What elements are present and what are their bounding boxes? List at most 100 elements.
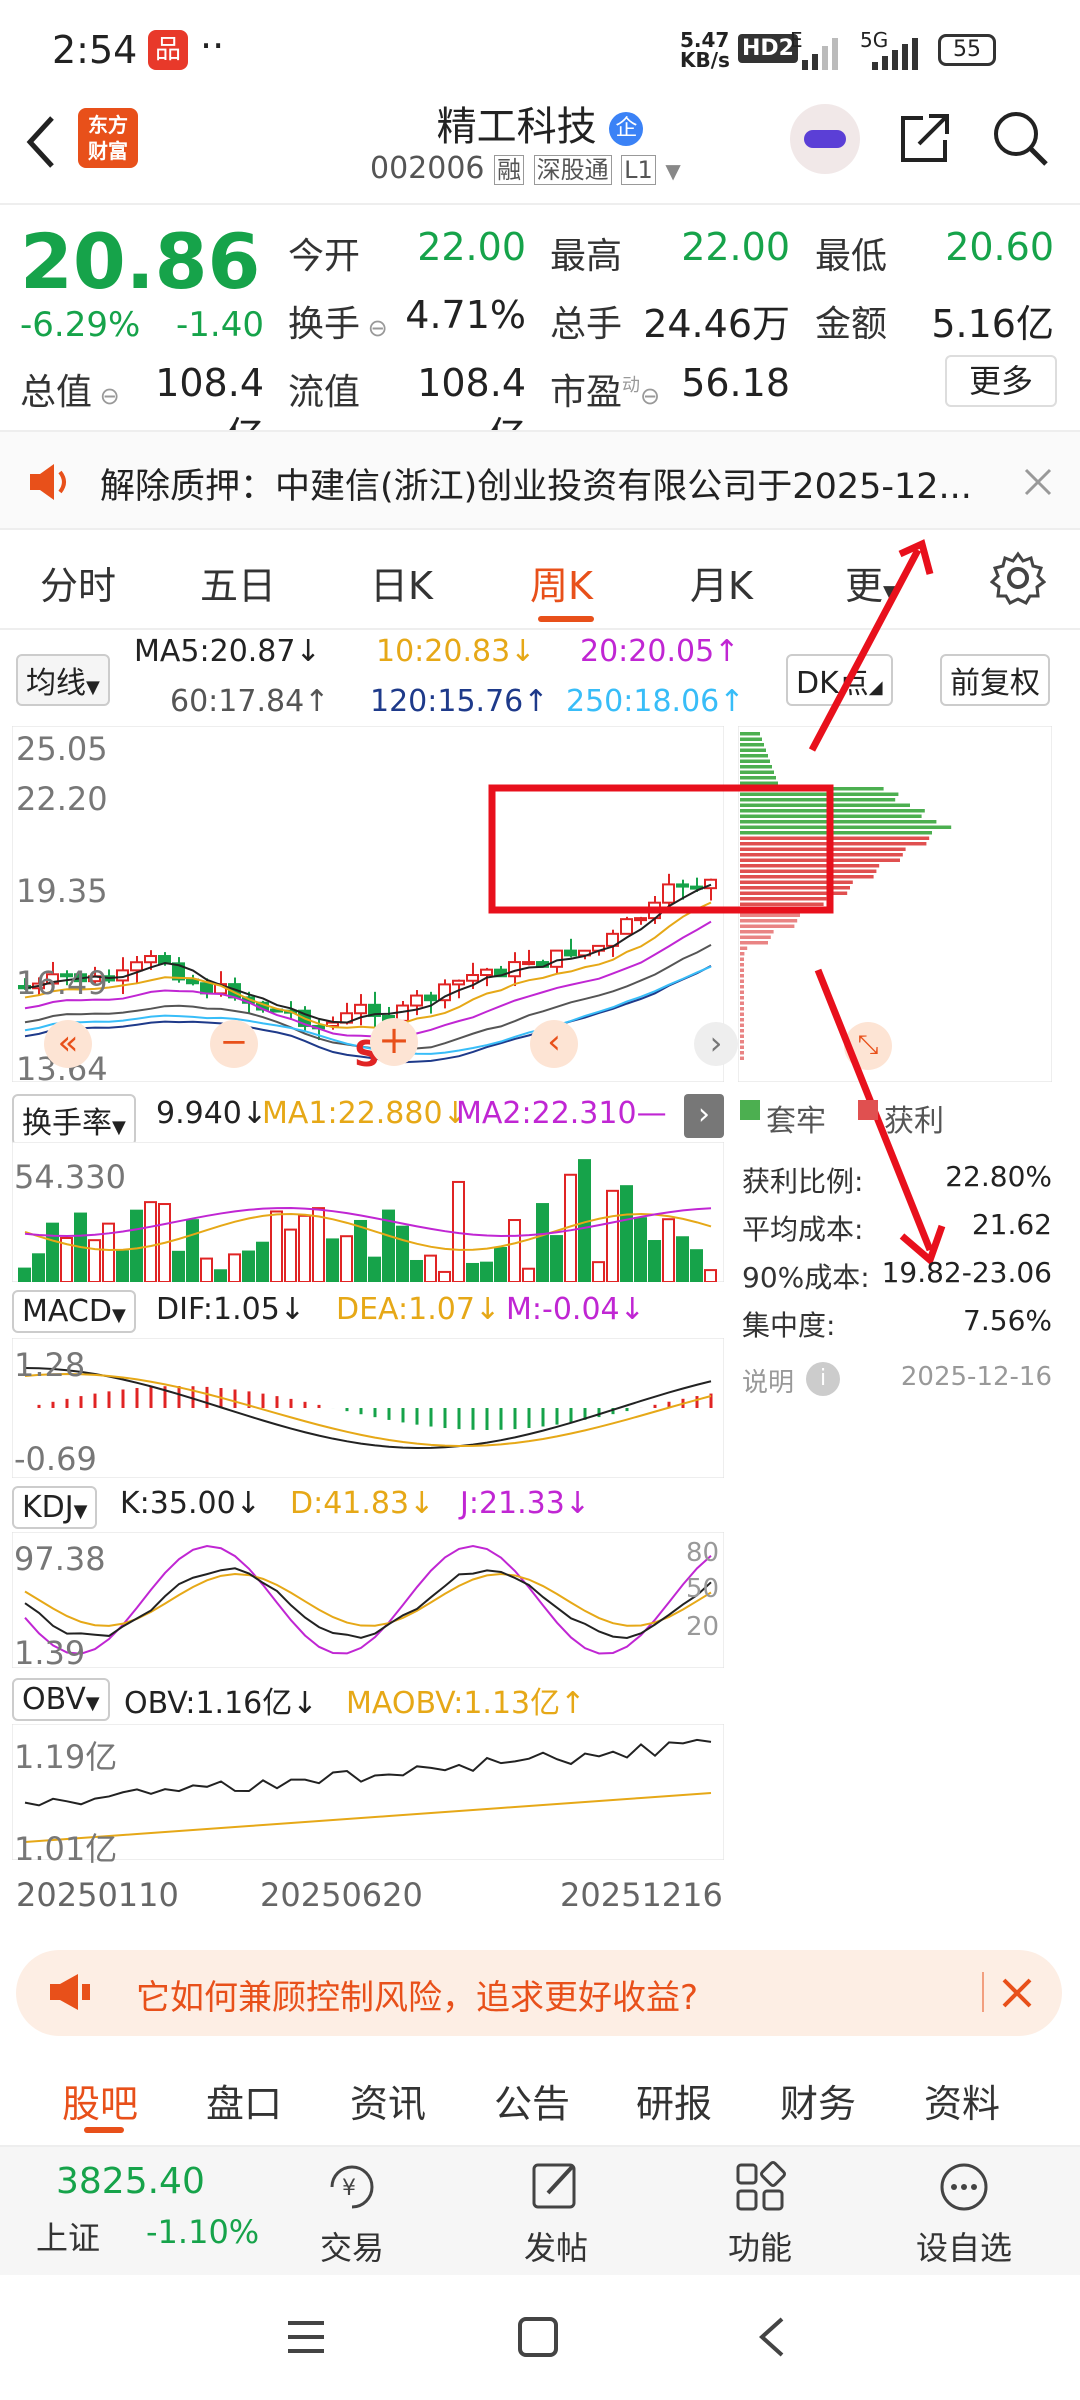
speaker-icon: [30, 464, 66, 500]
turnover-bar: [466, 1262, 479, 1282]
enterprise-badge: 企: [609, 112, 644, 146]
turnover-bar: [298, 1214, 311, 1282]
turnover-y-top: 54.330: [14, 1158, 126, 1196]
turnover-bar: [606, 1189, 619, 1282]
turnover-bar: [214, 1269, 227, 1282]
functions-button[interactable]: 功能: [690, 2159, 830, 2269]
turnover-bar: [144, 1201, 157, 1282]
turnover-label: 换手 ⊖: [288, 304, 388, 345]
more-button[interactable]: 更多: [945, 355, 1057, 407]
obv-select[interactable]: OBV▼: [12, 1678, 110, 1721]
turnover-bar: [116, 1250, 129, 1282]
change-amount: -1.40: [176, 305, 264, 345]
index-change[interactable]: -1.10%: [146, 2213, 259, 2251]
obv-chart[interactable]: [12, 1724, 724, 1860]
turnover-bar: [550, 1235, 563, 1282]
kdj-ref-80: 80: [686, 1538, 720, 1568]
notice-text[interactable]: 解除质押：中建信(浙江)创业投资有限公司于2025-12...: [100, 458, 972, 509]
index-name[interactable]: 上证: [36, 2213, 100, 2259]
promo-banner[interactable]: 它如何兼顾控制风险，追求更好收益?: [16, 1950, 1062, 2036]
note-label[interactable]: 说明: [742, 1362, 794, 1399]
obv-y-top: 1.19亿: [14, 1738, 118, 1776]
cost90-label: 90%成本:: [742, 1261, 870, 1294]
tab-financials[interactable]: 财务: [780, 2073, 856, 2128]
turnover-bar: [242, 1250, 255, 1282]
tab-profile[interactable]: 资料: [924, 2073, 1000, 2128]
kdj-select[interactable]: KDJ▼: [12, 1486, 98, 1529]
back-icon[interactable]: [20, 112, 60, 172]
add-watchlist-button[interactable]: 设自选: [894, 2159, 1034, 2269]
low-label: 最低: [815, 236, 888, 277]
turnover-bar: [676, 1236, 689, 1282]
volume-value: 24.46万: [643, 302, 790, 346]
macd-y-bottom: -0.69: [14, 1440, 97, 1478]
search-icon[interactable]: [990, 108, 1050, 168]
turnover-ma2: MA2:22.310—: [456, 1096, 667, 1131]
stock-code: 002006: [370, 151, 485, 186]
tab-news[interactable]: 资讯: [350, 2073, 426, 2128]
chevron-down-icon: ▼: [112, 1117, 126, 1138]
macd-dea: DEA:1.07↓: [336, 1292, 501, 1327]
connect-tag: 深股通: [533, 155, 612, 185]
chevron-down-icon: ▼: [73, 1501, 88, 1522]
turnover-select[interactable]: 换手率▼: [12, 1094, 136, 1146]
index-value[interactable]: 3825.40: [56, 2161, 205, 2202]
trade-button[interactable]: ¥ 交易: [282, 2159, 422, 2269]
turnover-bar: [704, 1269, 717, 1282]
info-icon[interactable]: i: [806, 1362, 840, 1396]
turnover-bar: [256, 1241, 269, 1282]
cost90-value: 19.82-23.06: [881, 1256, 1052, 1289]
notice-bar[interactable]: 解除质押：中建信(浙江)创业投资有限公司于2025-12...: [0, 430, 1080, 530]
back-nav-icon[interactable]: [752, 2315, 792, 2359]
x-axis-start: 20250110: [16, 1876, 179, 1914]
assistant-avatar[interactable]: [790, 104, 860, 174]
kdj-chart[interactable]: [12, 1532, 724, 1668]
turnover-bar: [368, 1256, 381, 1282]
tab-order-book[interactable]: 盘口: [206, 2073, 282, 2128]
close-icon[interactable]: [1022, 466, 1054, 498]
bottom-section-tabs: 股吧 盘口 资讯 公告 研报 财务 资料: [0, 2055, 1080, 2145]
post-button[interactable]: 发帖: [486, 2159, 626, 2269]
turnover-bar: [18, 1267, 31, 1282]
turnover-bar: [270, 1210, 283, 1282]
kdj-y-bottom: 1.39: [14, 1634, 86, 1672]
promo-text[interactable]: 它如何兼顾控制风险，追求更好收益?: [136, 1970, 698, 2019]
stock-name-row: 精工科技 企: [380, 94, 700, 152]
collapse-icon[interactable]: ›: [684, 1094, 724, 1138]
turnover-bar: [424, 1254, 437, 1282]
share-icon[interactable]: [895, 108, 955, 168]
amount-label: 金额: [815, 304, 888, 345]
turnover-bar: [46, 1222, 59, 1282]
tab-forum[interactable]: 股吧: [62, 2073, 138, 2128]
volume-label: 总手: [550, 304, 623, 345]
home-icon[interactable]: [516, 2315, 560, 2359]
chevron-down-icon[interactable]: ▼: [665, 159, 680, 183]
turnover-bar: [648, 1240, 661, 1282]
turnover-current: 9.940↓: [156, 1096, 268, 1131]
stock-header: 东方 财富 精工科技 企 002006 融 深股通 L1 ▼: [0, 90, 1080, 205]
level-tag[interactable]: L1: [621, 155, 656, 185]
tab-research[interactable]: 研报: [636, 2073, 712, 2128]
turnover-bar: [690, 1249, 703, 1282]
avg-cost-label: 平均成本:: [742, 1213, 864, 1246]
pe-value: 56.18: [681, 361, 790, 405]
close-icon[interactable]: [1000, 1976, 1034, 2010]
x-axis-end: 20251216: [560, 1876, 723, 1914]
tab-announcements[interactable]: 公告: [494, 2073, 570, 2128]
macd-chart[interactable]: [12, 1338, 724, 1478]
concentration-value: 7.56%: [963, 1304, 1052, 1337]
app-logo[interactable]: 东方 财富: [78, 108, 138, 168]
stock-name: 精工科技: [436, 104, 597, 150]
low-value: 20.60: [945, 225, 1054, 269]
open-label: 今开: [288, 236, 361, 277]
macd-select[interactable]: MACD▼: [12, 1290, 136, 1333]
info-icon: ⊖: [360, 314, 388, 342]
bottom-action-bar: 3825.40 上证 -1.10% ¥ 交易 发帖 功能 设自选: [0, 2145, 1080, 2275]
app-notification-icon: 品: [148, 30, 188, 70]
menu-icon[interactable]: [284, 2317, 328, 2357]
net-speed: 5.47 KB/s: [680, 28, 730, 72]
functions-label: 功能: [727, 2229, 792, 2267]
mktcap-label: 总值 ⊖: [20, 372, 120, 413]
hd-badge: HD2: [738, 34, 798, 63]
turnover-bar: [494, 1247, 507, 1282]
